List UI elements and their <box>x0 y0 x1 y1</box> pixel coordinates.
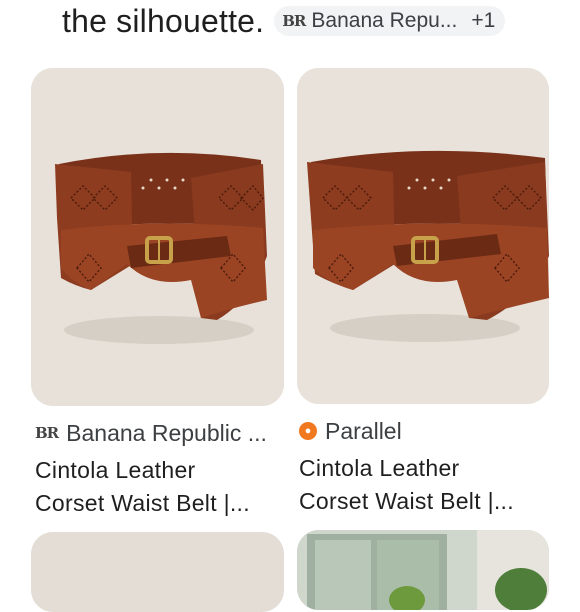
leather-belt-image <box>31 68 284 406</box>
header-text: the silhouette. <box>62 2 265 39</box>
header-line: the silhouette. BR Banana Repu... +1 <box>62 0 580 42</box>
banana-republic-logo-icon: BR <box>35 424 59 442</box>
parallel-logo-icon: ● <box>299 422 317 440</box>
result-image-2[interactable] <box>297 68 549 404</box>
result-meta-2: ● Parallel Cintola Leather Corset Waist … <box>299 416 557 518</box>
result-title-1[interactable]: Cintola Leather Corset Waist Belt |... <box>35 454 293 520</box>
result-source-2[interactable]: ● Parallel <box>299 416 557 446</box>
banana-republic-logo-icon: BR <box>282 12 306 30</box>
result-source-name: Parallel <box>325 417 402 444</box>
result-source-1[interactable]: BR Banana Republic ... <box>35 418 293 448</box>
result-meta-1: BR Banana Republic ... Cintola Leather C… <box>35 418 293 520</box>
source-chip[interactable]: BR Banana Repu... +1 <box>274 6 506 36</box>
leather-belt-image <box>297 68 549 404</box>
window-plant-image <box>297 530 549 610</box>
result-image-4[interactable] <box>297 530 549 610</box>
source-chip-extra-count: +1 <box>471 9 496 32</box>
result-title-2[interactable]: Cintola Leather Corset Waist Belt |... <box>299 452 557 518</box>
result-source-name: Banana Republic ... <box>66 419 267 446</box>
result-image-1[interactable] <box>31 68 284 406</box>
source-chip-label: Banana Repu... <box>311 9 458 32</box>
result-image-3[interactable] <box>31 532 284 612</box>
